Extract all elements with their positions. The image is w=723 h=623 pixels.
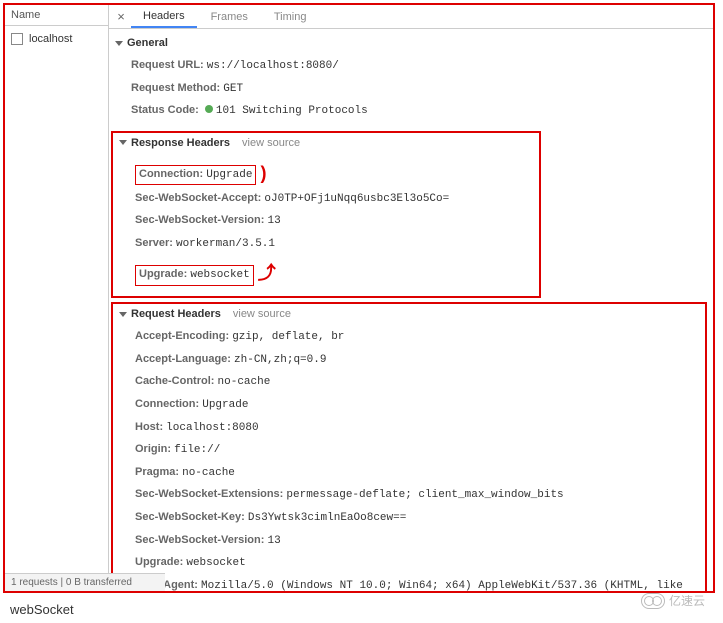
request-method-value: GET xyxy=(223,83,243,95)
handwritten-arrow-icon: ) xyxy=(260,163,266,183)
tab-timing[interactable]: Timing xyxy=(262,7,319,27)
status-code-key: Status Code: xyxy=(131,104,199,116)
cache-control-key: Cache-Control: xyxy=(135,375,214,387)
sec-ws-ext-key: Sec-WebSocket-Extensions: xyxy=(135,488,283,500)
devtools-panel: Name localhost 1 requests | 0 B transfer… xyxy=(3,3,715,593)
request-method-key: Request Method: xyxy=(131,82,220,94)
list-header-name[interactable]: Name xyxy=(5,5,108,26)
status-code-value: 101 Switching Protocols xyxy=(216,105,368,117)
sec-ws-version-key: Sec-WebSocket-Version: xyxy=(135,214,264,226)
sec-ws-key-key: Sec-WebSocket-Key: xyxy=(135,511,245,523)
pragma-key: Pragma: xyxy=(135,466,179,478)
connection-value: Upgrade xyxy=(202,399,248,411)
status-dot-icon xyxy=(205,105,213,113)
close-button[interactable]: × xyxy=(113,9,129,24)
section-general[interactable]: General xyxy=(109,33,713,53)
sec-ws-accept-key: Sec-WebSocket-Accept: xyxy=(135,192,261,204)
server-key: Server: xyxy=(135,237,173,249)
connection-highlight: Connection: Upgrade xyxy=(135,165,256,186)
request-url-value: ws://localhost:8080/ xyxy=(207,60,339,72)
accept-encoding-key: Accept-Encoding: xyxy=(135,330,229,342)
headers-content: General Request URL: ws://localhost:8080… xyxy=(109,29,713,591)
handwritten-arrow-icon: ⤴ xyxy=(258,263,276,283)
accept-language-value: zh-CN,zh;q=0.9 xyxy=(234,354,326,366)
tab-bar: × Headers Frames Timing xyxy=(109,5,713,29)
response-headers-annotation-box: Response Headers view source Connection:… xyxy=(111,131,541,298)
requests-list-panel: Name localhost 1 requests | 0 B transfer… xyxy=(5,5,109,591)
tab-headers[interactable]: Headers xyxy=(131,6,197,28)
caret-down-icon xyxy=(115,41,123,46)
sec-ws-accept-value: oJ0TP+OFj1uNqq6usbc3El3o5Co= xyxy=(264,193,449,205)
image-caption: webSocket xyxy=(0,596,723,623)
websocket-icon xyxy=(11,33,23,45)
view-source-link[interactable]: view source xyxy=(242,137,300,149)
user-agent-value: Mozilla/5.0 (Windows NT 10.0; Win64; x64… xyxy=(135,580,683,591)
section-request-headers[interactable]: Request Headers view source xyxy=(113,304,701,324)
general-block: Request URL: ws://localhost:8080/ Reques… xyxy=(109,53,713,129)
origin-value: file:// xyxy=(174,444,220,456)
upgrade-key: Upgrade: xyxy=(135,556,183,568)
status-bar: 1 requests | 0 B transferred xyxy=(5,573,165,591)
caret-down-icon xyxy=(119,140,127,145)
section-label: Request Headers xyxy=(131,308,221,320)
server-value: workerman/3.5.1 xyxy=(176,238,275,250)
cloud-logo-icon xyxy=(641,593,665,609)
caret-down-icon xyxy=(119,312,127,317)
section-response-headers[interactable]: Response Headers view source xyxy=(113,133,539,153)
sec-ws-key-value: Ds3Ywtsk3cimlnEaOo8cew== xyxy=(248,512,406,524)
sec-ws-version-value: 13 xyxy=(267,215,280,227)
watermark-text: 亿速云 xyxy=(669,592,705,609)
request-url-key: Request URL: xyxy=(131,59,204,71)
request-item-localhost[interactable]: localhost xyxy=(5,30,108,48)
sec-ws-version-value: 13 xyxy=(267,535,280,547)
pragma-value: no-cache xyxy=(182,467,235,479)
accept-encoding-value: gzip, deflate, br xyxy=(232,331,344,343)
origin-key: Origin: xyxy=(135,443,171,455)
cache-control-value: no-cache xyxy=(218,376,271,388)
accept-language-key: Accept-Language: xyxy=(135,353,231,365)
details-panel: × Headers Frames Timing General Request … xyxy=(109,5,713,591)
requests-list: localhost xyxy=(5,26,108,591)
tab-frames[interactable]: Frames xyxy=(199,7,260,27)
request-item-label: localhost xyxy=(29,33,72,45)
connection-key: Connection: xyxy=(135,398,199,410)
section-label: General xyxy=(127,37,168,49)
host-value: localhost:8080 xyxy=(166,422,258,434)
upgrade-value: websocket xyxy=(186,557,245,569)
upgrade-highlight: Upgrade: websocket xyxy=(135,265,254,286)
request-block: Accept-Encoding: gzip, deflate, br Accep… xyxy=(113,324,701,591)
sec-ws-version-key: Sec-WebSocket-Version: xyxy=(135,534,264,546)
request-headers-annotation-box: Request Headers view source Accept-Encod… xyxy=(111,302,707,591)
response-block: Connection: Upgrade) Sec-WebSocket-Accep… xyxy=(113,153,539,294)
view-source-link[interactable]: view source xyxy=(233,308,291,320)
host-key: Host: xyxy=(135,421,163,433)
watermark: 亿速云 xyxy=(641,592,705,609)
section-label: Response Headers xyxy=(131,137,230,149)
sec-ws-ext-value: permessage-deflate; client_max_window_bi… xyxy=(286,489,563,501)
